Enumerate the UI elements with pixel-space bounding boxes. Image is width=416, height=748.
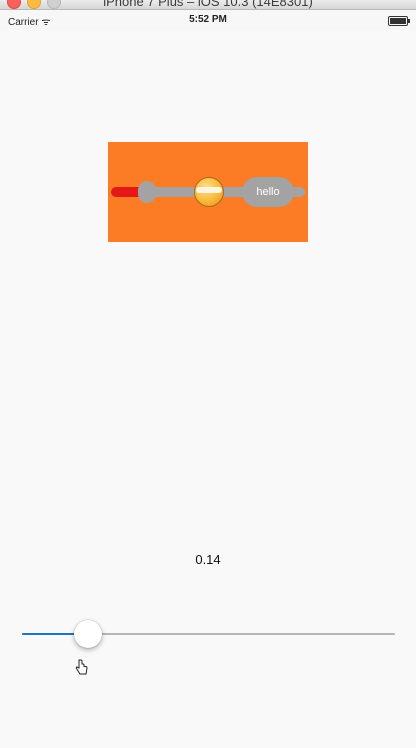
simulator-title-bar: iPhone 7 Plus – iOS 10.3 (14E8301) (0, 0, 416, 10)
burger-thumb-icon[interactable] (194, 177, 224, 207)
value-label: 0.14 (195, 552, 221, 567)
standard-slider[interactable] (22, 620, 395, 660)
app-screen: hello 0.14 (0, 30, 416, 748)
battery-icon (388, 16, 410, 26)
custom-slider-end-handle (138, 181, 156, 203)
custom-slider-card: hello (108, 142, 308, 242)
slider-thumb[interactable] (73, 620, 102, 648)
status-time: 5:52 PM (189, 14, 227, 25)
window-title: iPhone 7 Plus – iOS 10.3 (14E8301) (103, 0, 313, 9)
status-bar: Carrier ᯤ 5:52 PM (0, 10, 416, 30)
hand-cursor-icon (75, 659, 88, 675)
value-bubble: hello (242, 177, 294, 207)
